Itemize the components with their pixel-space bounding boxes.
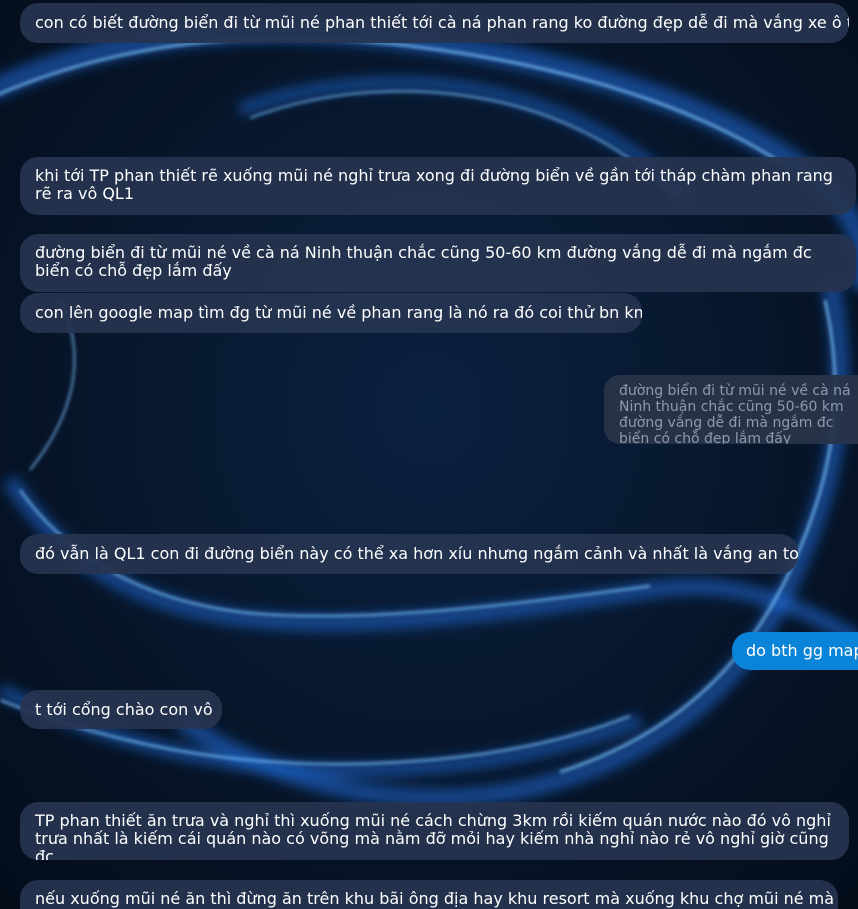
message-text: TP phan thiết ăn trưa và nghỉ thì xuống … xyxy=(35,811,831,861)
chat-message-list[interactable]: con có biết đường biển đi từ mũi né phan… xyxy=(0,0,858,909)
message-text: nếu xuống mũi né ăn thì đừng ăn trên khu… xyxy=(35,889,838,908)
message-text: con có biết đường biển đi từ mũi né phan… xyxy=(35,13,849,32)
message-bubble-incoming[interactable]: TP phan thiết ăn trưa và nghỉ thì xuống … xyxy=(20,802,849,860)
message-bubble-incoming[interactable]: t tới cổng chào con vô xyxy=(20,690,222,729)
message-text: đường biển đi từ mũi né về cà ná Ninh th… xyxy=(35,243,812,280)
message-text: khi tới TP phan thiết rẽ xuống mũi né ng… xyxy=(35,166,833,203)
message-text: do bth gg map xyxy=(746,641,858,660)
quoted-reply-bubble[interactable]: đường biển đi từ mũi né về cà ná Ninh th… xyxy=(604,375,858,444)
message-bubble-incoming[interactable]: con lên google map tìm đg từ mũi né về p… xyxy=(20,293,642,333)
message-bubble-incoming[interactable]: đường biển đi từ mũi né về cà ná Ninh th… xyxy=(20,234,856,292)
message-text: đó vẫn là QL1 con đi đường biển này có t… xyxy=(35,544,798,563)
message-bubble-outgoing[interactable]: do bth gg map xyxy=(732,632,858,670)
quoted-message-text: đường biển đi từ mũi né về cà ná Ninh th… xyxy=(619,383,851,444)
message-text: con lên google map tìm đg từ mũi né về p… xyxy=(35,303,642,322)
message-bubble-incoming[interactable]: khi tới TP phan thiết rẽ xuống mũi né ng… xyxy=(20,157,856,215)
message-bubble-incoming[interactable]: đó vẫn là QL1 con đi đường biển này có t… xyxy=(20,534,798,574)
message-bubble-incoming[interactable]: nếu xuống mũi né ăn thì đừng ăn trên khu… xyxy=(20,880,838,909)
message-bubble-incoming[interactable]: con có biết đường biển đi từ mũi né phan… xyxy=(20,3,849,43)
message-text: t tới cổng chào con vô xyxy=(35,700,213,719)
